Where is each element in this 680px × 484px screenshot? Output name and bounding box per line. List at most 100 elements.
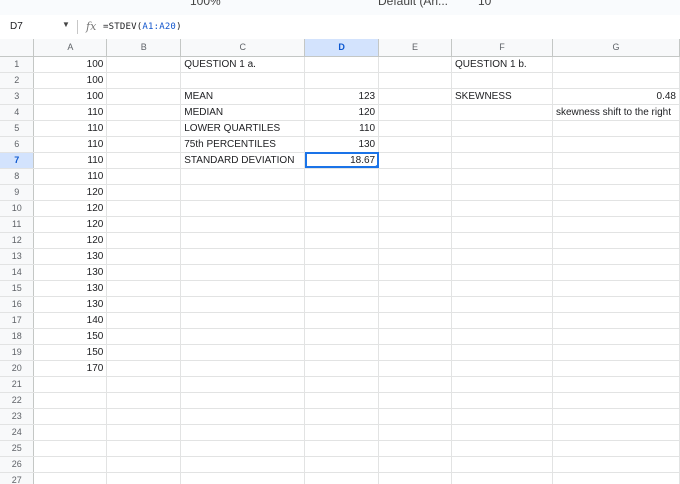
cell-c12[interactable]: [180, 232, 306, 249]
row-header[interactable]: 14: [0, 264, 35, 281]
cell-e16[interactable]: [378, 296, 452, 313]
cell-a7[interactable]: 110: [33, 152, 108, 169]
cell-c19[interactable]: [180, 344, 306, 361]
cell-d13[interactable]: [304, 248, 380, 265]
cell-d27[interactable]: [304, 472, 380, 484]
cell-b19[interactable]: [106, 344, 182, 361]
cell-e12[interactable]: [378, 232, 452, 249]
cell-d20[interactable]: [304, 360, 380, 377]
column-header-c[interactable]: C: [180, 39, 306, 57]
cell-d21[interactable]: [304, 376, 380, 393]
cell-b3[interactable]: [106, 88, 182, 105]
row-header[interactable]: 10: [0, 200, 35, 217]
cell-f12[interactable]: [451, 232, 553, 249]
cell-a4[interactable]: 110: [33, 104, 108, 121]
fill-handle[interactable]: [375, 164, 378, 167]
cell-b12[interactable]: [106, 232, 182, 249]
cell-a11[interactable]: 120: [33, 216, 108, 233]
cell-e8[interactable]: [378, 168, 452, 185]
cell-e4[interactable]: [378, 104, 452, 121]
cell-b2[interactable]: [106, 72, 182, 89]
cell-c17[interactable]: [180, 312, 306, 329]
cell-a27[interactable]: [33, 472, 108, 484]
row-header[interactable]: 11: [0, 216, 35, 233]
row-header[interactable]: 22: [0, 392, 35, 409]
cell-e20[interactable]: [378, 360, 452, 377]
cell-g22[interactable]: [552, 392, 680, 409]
row-header[interactable]: 17: [0, 312, 35, 329]
row-header[interactable]: 20: [0, 360, 35, 377]
cell-e15[interactable]: [378, 280, 452, 297]
cell-g10[interactable]: [552, 200, 680, 217]
cell-f10[interactable]: [451, 200, 553, 217]
cell-d17[interactable]: [304, 312, 380, 329]
cell-g5[interactable]: [552, 120, 680, 137]
cell-d14[interactable]: [304, 264, 380, 281]
cell-e23[interactable]: [378, 408, 452, 425]
cell-f2[interactable]: [451, 72, 553, 89]
cell-c5[interactable]: LOWER QUARTILES: [180, 120, 306, 137]
cell-e14[interactable]: [378, 264, 452, 281]
cell-f22[interactable]: [451, 392, 553, 409]
cell-g8[interactable]: [552, 168, 680, 185]
cell-f1[interactable]: QUESTION 1 b.: [451, 56, 553, 73]
cell-b25[interactable]: [106, 440, 182, 457]
cell-g3[interactable]: 0.48: [552, 88, 680, 105]
cell-f17[interactable]: [451, 312, 553, 329]
cell-c15[interactable]: [180, 280, 306, 297]
cell-b24[interactable]: [106, 424, 182, 441]
cell-c27[interactable]: [180, 472, 306, 484]
column-header-e[interactable]: E: [378, 39, 452, 57]
cell-c25[interactable]: [180, 440, 306, 457]
cell-g12[interactable]: [552, 232, 680, 249]
cell-f24[interactable]: [451, 424, 553, 441]
cell-e22[interactable]: [378, 392, 452, 409]
cell-b14[interactable]: [106, 264, 182, 281]
cell-f16[interactable]: [451, 296, 553, 313]
cell-d7[interactable]: 18.67: [304, 152, 380, 169]
cell-a15[interactable]: 130: [33, 280, 108, 297]
cell-b5[interactable]: [106, 120, 182, 137]
cell-e10[interactable]: [378, 200, 452, 217]
cell-g24[interactable]: [552, 424, 680, 441]
cell-d12[interactable]: [304, 232, 380, 249]
cell-a9[interactable]: 120: [33, 184, 108, 201]
cell-c18[interactable]: [180, 328, 306, 345]
row-header[interactable]: 12: [0, 232, 35, 249]
cell-c7[interactable]: STANDARD DEVIATION: [180, 152, 306, 169]
cell-e13[interactable]: [378, 248, 452, 265]
row-header[interactable]: 6: [0, 136, 35, 153]
cell-c24[interactable]: [180, 424, 306, 441]
cell-a10[interactable]: 120: [33, 200, 108, 217]
cell-b7[interactable]: [106, 152, 182, 169]
cell-g9[interactable]: [552, 184, 680, 201]
cell-g27[interactable]: [552, 472, 680, 484]
cell-c20[interactable]: [180, 360, 306, 377]
cell-a25[interactable]: [33, 440, 108, 457]
cell-d4[interactable]: 120: [304, 104, 380, 121]
cell-e2[interactable]: [378, 72, 452, 89]
cell-e9[interactable]: [378, 184, 452, 201]
cell-d25[interactable]: [304, 440, 380, 457]
cell-e6[interactable]: [378, 136, 452, 153]
row-header[interactable]: 16: [0, 296, 35, 313]
cell-d19[interactable]: [304, 344, 380, 361]
cell-f7[interactable]: [451, 152, 553, 169]
cell-b26[interactable]: [106, 456, 182, 473]
cell-e17[interactable]: [378, 312, 452, 329]
row-header[interactable]: 25: [0, 440, 35, 457]
cell-d2[interactable]: [304, 72, 380, 89]
cell-c22[interactable]: [180, 392, 306, 409]
cell-c4[interactable]: MEDIAN: [180, 104, 306, 121]
cell-g2[interactable]: [552, 72, 680, 89]
row-header[interactable]: 21: [0, 376, 35, 393]
row-header[interactable]: 24: [0, 424, 35, 441]
cell-d1[interactable]: [304, 56, 380, 73]
cell-e27[interactable]: [378, 472, 452, 484]
cell-b17[interactable]: [106, 312, 182, 329]
cell-d8[interactable]: [304, 168, 380, 185]
cell-a18[interactable]: 150: [33, 328, 108, 345]
cell-c9[interactable]: [180, 184, 306, 201]
cell-a8[interactable]: 110: [33, 168, 108, 185]
cell-d16[interactable]: [304, 296, 380, 313]
